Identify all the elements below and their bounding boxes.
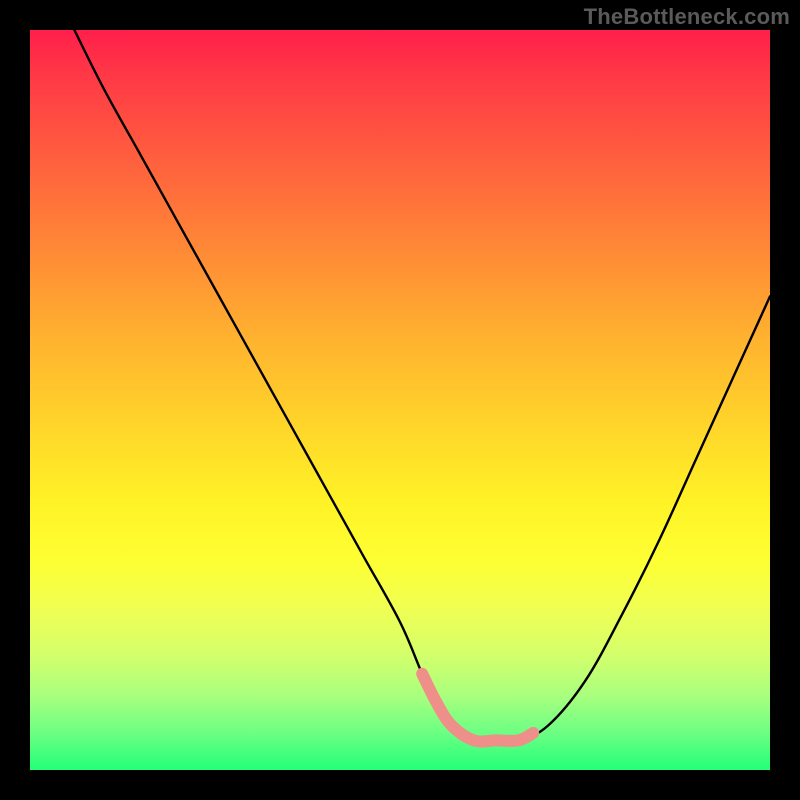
highlight-sweet-spot bbox=[422, 674, 533, 742]
watermark-text: TheBottleneck.com bbox=[584, 4, 790, 30]
chart-frame: TheBottleneck.com bbox=[0, 0, 800, 800]
curve-layer bbox=[30, 30, 770, 770]
bottleneck-curve bbox=[74, 30, 770, 742]
plot-area bbox=[30, 30, 770, 770]
